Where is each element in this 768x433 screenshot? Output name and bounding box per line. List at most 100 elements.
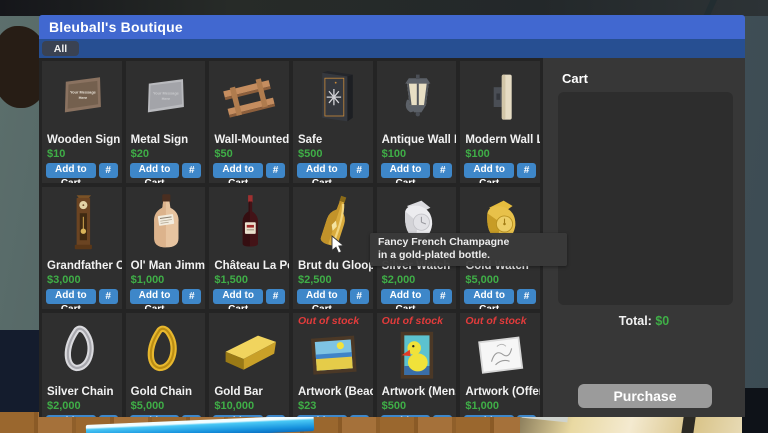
item-card-wine-bottle: Château La Pe... $1,500 Add to Cart# [209,187,289,309]
svg-text:Your Message: Your Message [70,89,97,94]
tab-all[interactable]: All [42,41,79,56]
add-to-cart-button[interactable]: Add to Cart [130,163,180,178]
item-card-artwork-duck: Out of stock Artwork (Men... [377,313,457,417]
metal-sign-icon: Your Message Here [126,61,206,134]
add-to-cart-button[interactable]: Add to Cart [464,289,514,304]
item-price: $100 [377,148,457,161]
gold-bar-icon [209,313,289,386]
item-card-artwork-beach: Out of stock Artwork (Beac. [293,313,373,417]
add-to-cart-button[interactable]: Add to Cart [297,289,347,304]
item-name: Artwork (Men... [377,386,457,400]
quantity-hash-button[interactable]: # [182,415,201,417]
item-price: $3,000 [42,274,122,287]
cart-total: Total: $0 [543,314,745,328]
add-to-cart-button[interactable]: Add to Cart [213,163,263,178]
item-name: Ol' Man Jimmy's [126,260,206,274]
item-card-gold-bar: Gold Bar $10,000 Add to Cart# [209,313,289,417]
item-name: Wall-Mounted ... [209,134,289,148]
item-price: $5,000 [460,274,540,287]
gold-chain-icon [126,313,206,386]
purchase-button[interactable]: Purchase [578,384,712,408]
item-price: $500 [377,400,457,413]
add-to-cart-button[interactable]: Add to Cart [464,163,514,178]
game-screen: Bleuball's Boutique All Your Message Her… [0,0,768,433]
quantity-hash-button[interactable]: # [99,415,118,417]
item-price: $1,000 [460,400,540,413]
item-name: Metal Sign [126,134,206,148]
item-name: Modern Wall L... [460,134,540,148]
quantity-hash-button[interactable]: # [433,163,452,178]
item-name: Château La Pe... [209,260,289,274]
item-name: Safe [293,134,373,148]
quantity-hash-button[interactable]: # [517,289,536,304]
quantity-hash-button[interactable]: # [182,289,201,304]
item-price: $100 [460,148,540,161]
item-name: Antique Wall L... [377,134,457,148]
item-card-metal-sign: Your Message Here Metal Sign $20 Add to … [126,61,206,183]
add-to-cart-button[interactable]: Add to Cart [130,415,180,417]
cart-title: Cart [562,71,745,86]
quantity-hash-button[interactable]: # [182,163,201,178]
add-to-cart-button[interactable]: Add to Cart [297,415,347,417]
svg-text:Here: Here [78,94,87,99]
antique-lamp-icon [377,61,457,134]
item-card-artwork-offer: Out of stock Artwork (Offer) $1,00 [460,313,540,417]
quantity-hash-button[interactable]: # [350,163,369,178]
add-to-cart-button[interactable]: Add to Cart [213,415,263,417]
quantity-hash-button[interactable]: # [433,289,452,304]
wine-bottle-icon [209,187,289,260]
add-to-cart-button[interactable]: Add to Cart [46,415,96,417]
quantity-hash-button[interactable]: # [350,415,369,417]
out-of-stock-label: Out of stock [377,313,457,327]
item-card-modern-wall-lamp: Modern Wall L... $100 Add to Cart# [460,61,540,183]
item-name: Artwork (Beac... [293,386,373,400]
item-name: Grandfather Cl... [42,260,122,274]
item-card-safe: Safe $500 Add to Cart# [293,61,373,183]
add-to-cart-button[interactable]: Add to Cart [130,289,180,304]
cart-panel: Cart Total: $0 Purchase [543,58,745,417]
add-to-cart-button[interactable]: Add to Cart [213,289,263,304]
mouse-cursor-icon [330,235,348,255]
item-price: $1,000 [126,274,206,287]
item-card-antique-wall-lamp: Antique Wall L... $100 Add to Cart# [377,61,457,183]
item-price: $2,000 [42,400,122,413]
add-to-cart-button[interactable]: Add to Cart [464,415,514,417]
quantity-hash-button[interactable]: # [517,163,536,178]
cart-items-list [558,92,733,305]
add-to-cart-button[interactable]: Add to Cart [297,163,347,178]
out-of-stock-label: Out of stock [460,313,540,327]
item-price: $2,000 [377,274,457,287]
item-price: $10 [42,148,122,161]
game-world-shadow-right [742,388,768,433]
add-to-cart-button[interactable]: Add to Cart [46,163,96,178]
add-to-cart-button[interactable]: Add to Cart [381,415,431,417]
item-name: Brut du Gloop [293,260,373,274]
item-card-wall-mounted-rack: Wall-Mounted ... $50 Add to Cart# [209,61,289,183]
add-to-cart-button[interactable]: Add to Cart [46,289,96,304]
category-tabbar: All [39,39,745,58]
safe-icon [293,61,373,134]
out-of-stock-label: Out of stock [293,313,373,327]
quantity-hash-button[interactable]: # [517,415,536,417]
game-world-ceiling [0,0,768,16]
item-card-wooden-sign: Your Message Here Wooden Sign $10 Add to… [42,61,122,183]
item-price: $10,000 [209,400,289,413]
item-tooltip: Fancy French Champagne in a gold-plated … [370,233,567,266]
modern-lamp-icon [460,61,540,134]
add-to-cart-button[interactable]: Add to Cart [381,289,431,304]
quantity-hash-button[interactable]: # [266,415,285,417]
quantity-hash-button[interactable]: # [433,415,452,417]
quantity-hash-button[interactable]: # [266,163,285,178]
item-price: $20 [126,148,206,161]
quantity-hash-button[interactable]: # [99,289,118,304]
silver-chain-icon [42,313,122,386]
artwork-offer-icon [460,327,540,386]
quantity-hash-button[interactable]: # [99,163,118,178]
svg-text:Your Message: Your Message [153,90,180,95]
item-price: $1,500 [209,274,289,287]
quantity-hash-button[interactable]: # [266,289,285,304]
tooltip-line-2: in a gold-plated bottle. [378,249,567,262]
quantity-hash-button[interactable]: # [350,289,369,304]
item-name: Artwork (Offer) [460,386,540,400]
add-to-cart-button[interactable]: Add to Cart [381,163,431,178]
